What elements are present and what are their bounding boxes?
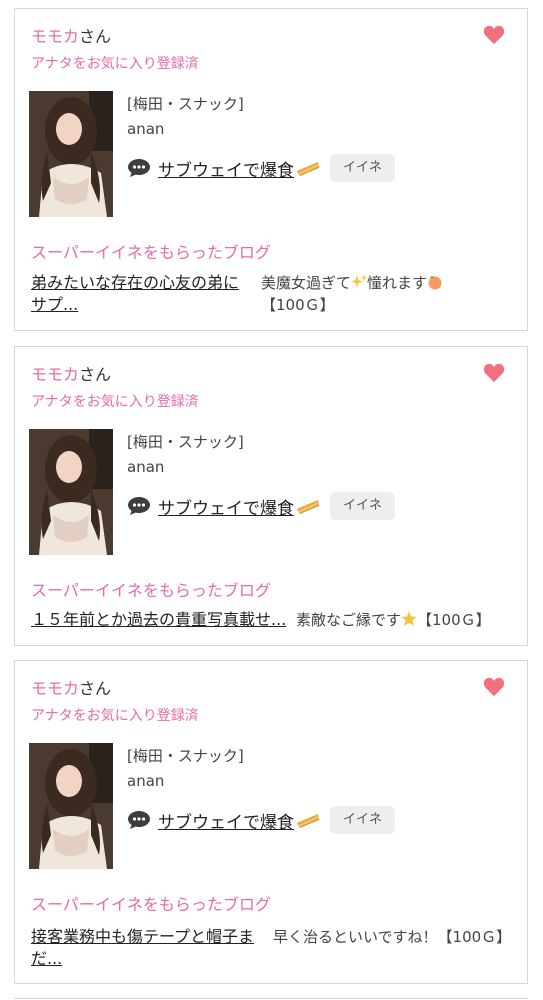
comment-text: 美魔女過ぎて 憧れます【100Ｇ】 bbox=[261, 272, 487, 316]
blog-row: サブウェイで爆食 イイネ bbox=[127, 153, 396, 183]
sandwich-icon bbox=[297, 162, 319, 176]
comment-text: 素敵なご縁です 【100Ｇ】 bbox=[296, 609, 491, 631]
favorite-status: アナタをお気に入り登録済 bbox=[31, 708, 199, 724]
speech-bubble-icon bbox=[128, 159, 150, 177]
blog-post-link[interactable]: 弟みたいな存在の心友の弟にサプ... bbox=[31, 272, 253, 316]
favorite-status: アナタをお気に入り登録済 bbox=[31, 394, 199, 410]
notification-card: モモカさん アナタをお気に入り登録済 [梅田・スナック] anan サブウェイで… bbox=[14, 346, 528, 646]
shop-label: [梅田・スナック] bbox=[127, 95, 244, 113]
sandwich-icon bbox=[297, 814, 319, 828]
blog-title-link[interactable]: サブウェイで爆食 bbox=[158, 808, 294, 833]
heart-icon[interactable] bbox=[483, 363, 505, 383]
iine-button[interactable]: イイネ bbox=[330, 806, 396, 834]
comment-part: 憧れます bbox=[367, 274, 428, 292]
user-line: モモカさん bbox=[31, 23, 111, 47]
shop-label: [梅田・スナック] bbox=[127, 747, 244, 765]
speech-bubble-icon bbox=[128, 497, 150, 515]
sandwich-icon bbox=[297, 500, 319, 514]
cast-name[interactable]: anan bbox=[127, 772, 164, 790]
blog-post-link[interactable]: １５年前とか過去の貴重写真載せ... bbox=[31, 609, 286, 631]
comment-text: 早く治るといいですね！【100Ｇ】 bbox=[273, 928, 512, 946]
heart-icon[interactable] bbox=[483, 25, 505, 45]
favorite-status: アナタをお気に入り登録済 bbox=[31, 56, 199, 72]
notification-card: モモカさん アナタをお気に入り登録済 [梅田・スナック] anan サブウェイで… bbox=[14, 660, 528, 984]
cast-name[interactable]: anan bbox=[127, 458, 164, 476]
super-iine-heading: スーパーイイネをもらったブログ bbox=[31, 581, 271, 600]
user-name-link[interactable]: モモカ bbox=[31, 365, 79, 384]
iine-button[interactable]: イイネ bbox=[330, 492, 396, 520]
honorific: さん bbox=[79, 27, 112, 46]
blog-post-link[interactable]: 接客業務中も傷テープと帽子まだ... bbox=[31, 926, 269, 970]
sparkles-icon bbox=[351, 275, 368, 288]
notification-card: モモカさん アナタをお気に入り登録済 [梅田・スナック] anan サブウェイで… bbox=[14, 8, 528, 331]
iine-button[interactable]: イイネ bbox=[330, 154, 396, 182]
comment-part: 【100Ｇ】 bbox=[261, 296, 335, 314]
peach-icon bbox=[428, 276, 442, 290]
heart-icon[interactable] bbox=[483, 677, 505, 697]
blog-row: サブウェイで爆食 イイネ bbox=[127, 805, 396, 835]
star-icon bbox=[401, 611, 417, 626]
blog-row: サブウェイで爆食 イイネ bbox=[127, 491, 396, 521]
user-line: モモカさん bbox=[31, 675, 111, 699]
cast-name[interactable]: anan bbox=[127, 120, 164, 138]
speech-bubble-icon bbox=[128, 811, 150, 829]
user-line: モモカさん bbox=[31, 361, 111, 385]
super-iine-heading: スーパーイイネをもらったブログ bbox=[31, 243, 271, 262]
honorific: さん bbox=[79, 365, 112, 384]
user-name-link[interactable]: モモカ bbox=[31, 679, 79, 698]
next-card-edge bbox=[14, 998, 528, 999]
cast-photo[interactable] bbox=[29, 743, 113, 869]
blog-title-link[interactable]: サブウェイで爆食 bbox=[158, 494, 294, 519]
blog-title-link[interactable]: サブウェイで爆食 bbox=[158, 156, 294, 181]
comment-part: 【100Ｇ】 bbox=[417, 611, 491, 629]
comment-part: 素敵なご縁です bbox=[296, 611, 402, 629]
comment-part: 美魔女過ぎて bbox=[261, 274, 352, 292]
shop-label: [梅田・スナック] bbox=[127, 433, 244, 451]
super-iine-heading: スーパーイイネをもらったブログ bbox=[31, 895, 271, 914]
cast-photo[interactable] bbox=[29, 429, 113, 555]
honorific: さん bbox=[79, 679, 112, 698]
cast-photo[interactable] bbox=[29, 91, 113, 217]
user-name-link[interactable]: モモカ bbox=[31, 27, 79, 46]
